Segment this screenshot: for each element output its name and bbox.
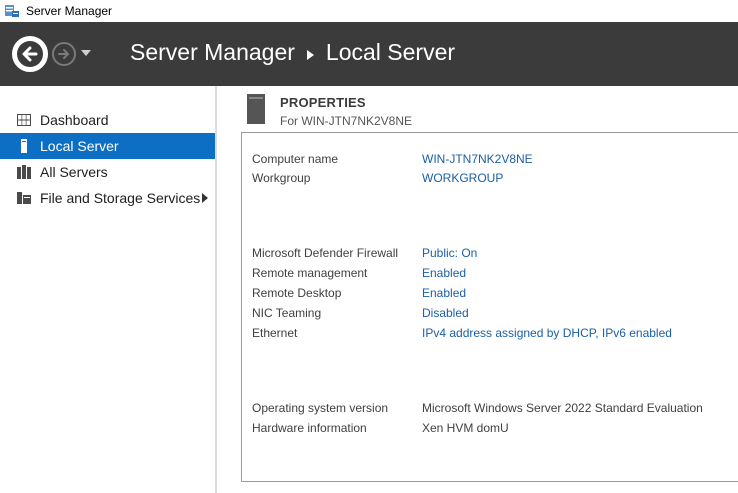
single-server-icon bbox=[21, 139, 27, 153]
server-tower-icon bbox=[247, 94, 265, 124]
property-label: Computer name bbox=[252, 152, 339, 166]
breadcrumb-current: Local Server bbox=[325, 39, 456, 65]
remote-desktop-link[interactable]: Enabled bbox=[422, 286, 466, 300]
properties-title: PROPERTIES bbox=[280, 95, 366, 110]
sidebar-item-dashboard[interactable]: Dashboard bbox=[0, 107, 215, 133]
servers-icon bbox=[17, 165, 31, 179]
property-row: Remote Desktop Enabled bbox=[252, 286, 738, 304]
firewall-link[interactable]: Public: On bbox=[422, 246, 477, 260]
property-label: Ethernet bbox=[252, 326, 298, 340]
property-row: Workgroup WORKGROUP bbox=[252, 171, 738, 189]
expand-arrow-icon[interactable] bbox=[202, 193, 208, 203]
arrow-left-icon bbox=[17, 41, 43, 67]
remote-management-link[interactable]: Enabled bbox=[422, 266, 466, 280]
sidebar-item-label: File and Storage Services bbox=[40, 190, 201, 206]
breadcrumb-separator-icon bbox=[306, 39, 314, 66]
header-bar: Server Manager Local Server bbox=[0, 22, 738, 86]
property-label: NIC Teaming bbox=[252, 306, 322, 320]
property-row: Hardware information Xen HVM domU bbox=[252, 421, 738, 439]
computer-name-link[interactable]: WIN-JTN7NK2V8NE bbox=[422, 152, 533, 166]
property-row: Operating system version Microsoft Windo… bbox=[252, 401, 738, 419]
breadcrumb-root[interactable]: Server Manager bbox=[130, 39, 295, 66]
main-content: PROPERTIES For WIN-JTN7NK2V8NE Computer … bbox=[217, 86, 738, 493]
os-version-value: Microsoft Windows Server 2022 Standard E… bbox=[422, 401, 703, 415]
property-label: Workgroup bbox=[252, 171, 311, 185]
sidebar: Dashboard Local Server All Servers File … bbox=[0, 86, 217, 493]
breadcrumb: Server Manager Local Server bbox=[130, 39, 455, 66]
sidebar-item-label: Dashboard bbox=[40, 112, 109, 128]
sidebar-item-label: Local Server bbox=[40, 138, 119, 154]
back-button[interactable] bbox=[12, 36, 48, 72]
arrow-right-icon bbox=[58, 49, 69, 59]
sidebar-item-file-storage[interactable]: File and Storage Services bbox=[0, 185, 215, 211]
nic-teaming-link[interactable]: Disabled bbox=[422, 306, 469, 320]
property-row: NIC Teaming Disabled bbox=[252, 306, 738, 324]
property-row: Remote management Enabled bbox=[252, 266, 738, 284]
forward-button[interactable] bbox=[52, 42, 76, 66]
window-title: Server Manager bbox=[26, 4, 113, 18]
property-label: Remote management bbox=[252, 266, 368, 280]
property-row: Ethernet IPv4 address assigned by DHCP, … bbox=[252, 326, 738, 344]
file-storage-icon bbox=[17, 192, 31, 204]
property-label: Hardware information bbox=[252, 421, 367, 435]
window-titlebar: Server Manager bbox=[0, 0, 738, 22]
sidebar-item-all-servers[interactable]: All Servers bbox=[0, 159, 215, 185]
sidebar-item-label: All Servers bbox=[40, 164, 108, 180]
property-label: Remote Desktop bbox=[252, 286, 342, 300]
sidebar-item-local-server[interactable]: Local Server bbox=[0, 133, 215, 159]
property-label: Microsoft Defender Firewall bbox=[252, 246, 399, 260]
property-row: Computer name WIN-JTN7NK2V8NE bbox=[252, 152, 738, 170]
history-dropdown-icon[interactable] bbox=[81, 50, 91, 57]
property-row: Microsoft Defender Firewall Public: On bbox=[252, 246, 738, 264]
property-label: Operating system version bbox=[252, 401, 389, 415]
workgroup-link[interactable]: WORKGROUP bbox=[422, 171, 503, 185]
dashboard-grid-icon bbox=[17, 114, 31, 126]
properties-panel: Computer name WIN-JTN7NK2V8NE Workgroup … bbox=[241, 132, 738, 482]
properties-subtitle: For WIN-JTN7NK2V8NE bbox=[280, 114, 413, 128]
server-manager-icon bbox=[5, 5, 19, 17]
hardware-info-value: Xen HVM domU bbox=[422, 421, 509, 435]
ethernet-link[interactable]: IPv4 address assigned by DHCP, IPv6 enab… bbox=[422, 326, 672, 340]
